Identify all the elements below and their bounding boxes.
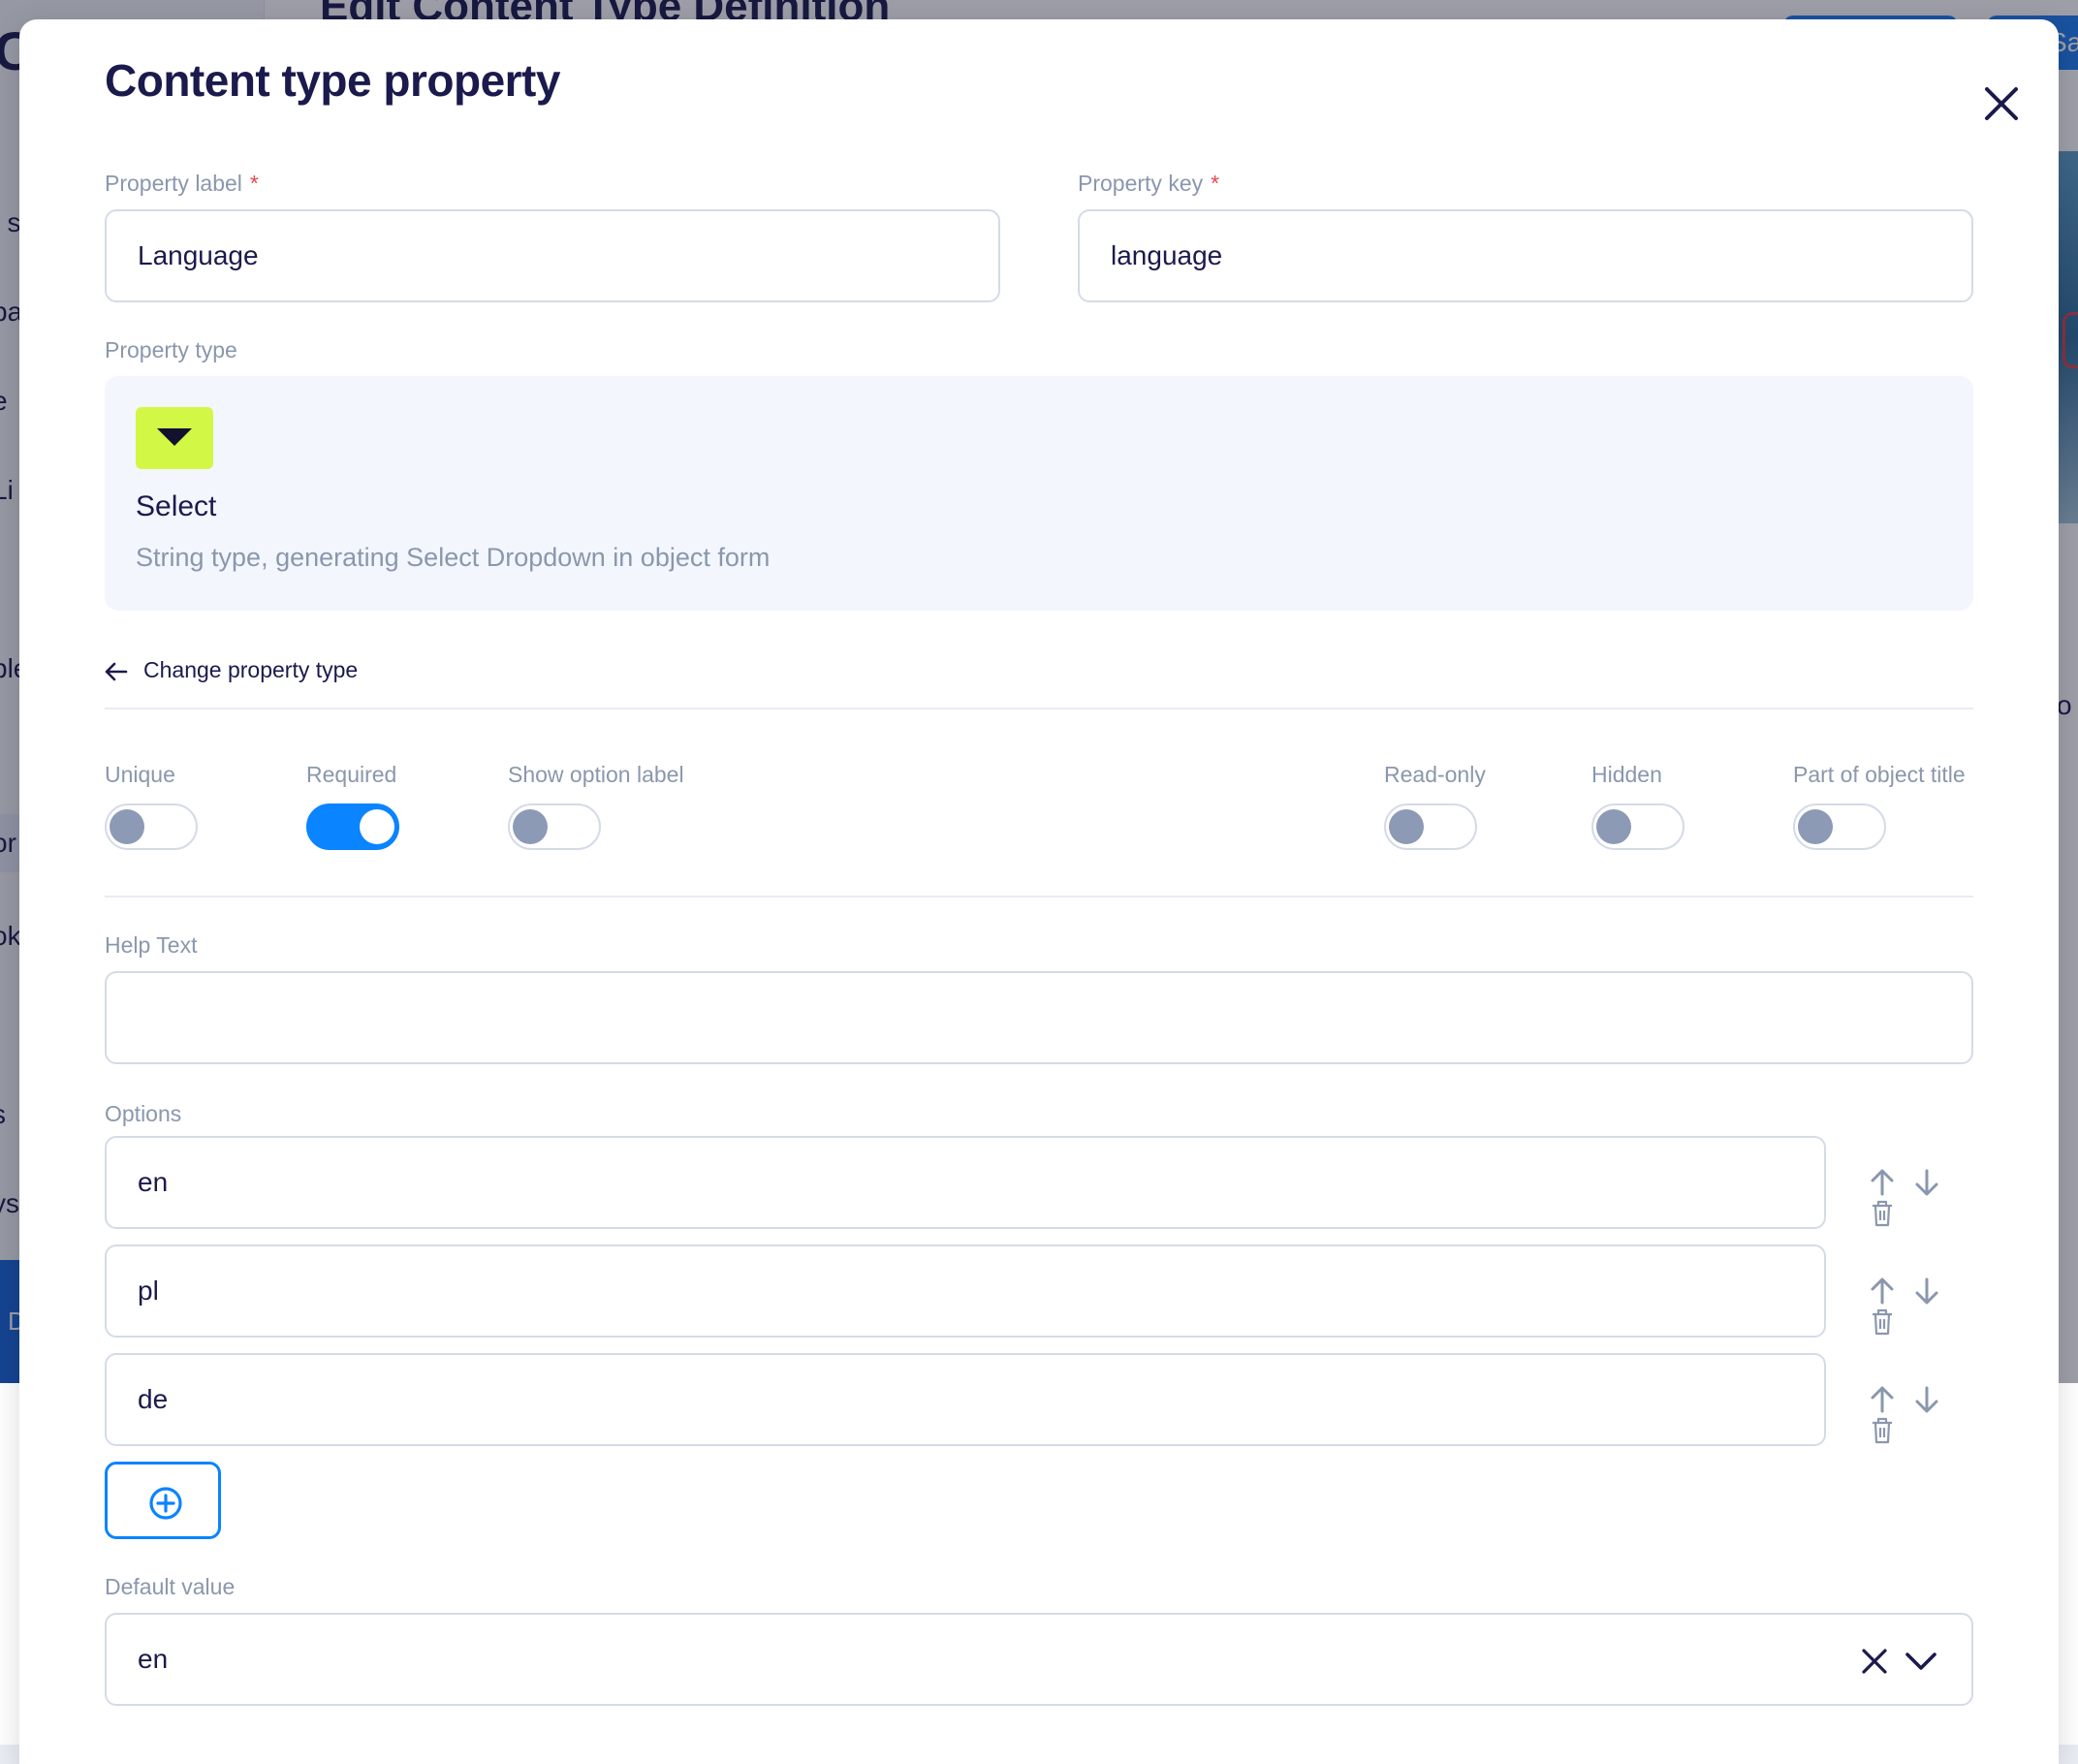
- trash-icon: [1873, 1308, 1892, 1336]
- divider: [105, 708, 1973, 709]
- toggle-read-only-group: Read-only: [1384, 762, 1486, 850]
- arrow-up-icon: [1871, 1386, 1894, 1413]
- move-down-button[interactable]: [1911, 1384, 1942, 1415]
- move-down-button[interactable]: [1911, 1167, 1942, 1198]
- show-option-label-toggle[interactable]: [508, 803, 601, 850]
- toggle-knob: [1798, 809, 1833, 844]
- toggle-knob: [360, 809, 394, 844]
- options-label: Options: [105, 1101, 182, 1126]
- property-type-label: Property type: [105, 337, 237, 362]
- clear-selection-button[interactable]: [1859, 1646, 1890, 1677]
- required-mark: *: [249, 171, 259, 196]
- toggle-knob: [1596, 809, 1631, 844]
- caret-down-icon: [157, 428, 192, 446]
- delete-option-button[interactable]: [1867, 1198, 1898, 1229]
- read-only-toggle[interactable]: [1384, 803, 1477, 850]
- option-row-actions: [1867, 1276, 1973, 1338]
- chevron-down-icon: [1905, 1653, 1936, 1670]
- delete-option-button[interactable]: [1867, 1415, 1898, 1446]
- close-button[interactable]: [1977, 79, 2026, 128]
- property-type-name: Select: [136, 490, 217, 522]
- clear-icon: [1862, 1649, 1887, 1674]
- close-icon: [1985, 87, 2018, 120]
- modal-title: Content type property: [105, 55, 560, 106]
- arrow-up-icon: [1871, 1169, 1894, 1196]
- default-value-selected: en: [138, 1644, 169, 1674]
- change-property-type-label: Change property type: [143, 657, 359, 682]
- option-row: [105, 1353, 1973, 1446]
- default-value-label: Default value: [105, 1574, 236, 1599]
- option-input[interactable]: [105, 1353, 1826, 1446]
- toggle-knob: [1389, 809, 1424, 844]
- property-type-card: Select String type, generating Select Dr…: [105, 376, 1973, 611]
- dropdown-toggle[interactable]: [1904, 1648, 1938, 1675]
- arrow-down-icon: [1915, 1386, 1938, 1413]
- content-type-property-modal: Content type property Property label* Pr…: [19, 19, 2059, 1764]
- property-label-label: Property label *: [105, 171, 259, 196]
- toggle-knob: [110, 809, 144, 844]
- toggle-label: Unique: [105, 762, 175, 787]
- option-input[interactable]: [105, 1244, 1826, 1338]
- divider: [105, 896, 1973, 898]
- toggle-knob: [513, 809, 548, 844]
- help-text-input[interactable]: [105, 971, 1973, 1064]
- move-down-button[interactable]: [1911, 1276, 1942, 1307]
- trash-icon: [1873, 1417, 1892, 1444]
- toggle-part-of-object-title-group: Part of object title: [1793, 762, 1966, 850]
- toggle-label: Required: [306, 762, 397, 787]
- move-up-button[interactable]: [1867, 1384, 1898, 1415]
- default-value-select[interactable]: en: [105, 1613, 1973, 1706]
- arrow-up-icon: [1871, 1277, 1894, 1305]
- add-option-button[interactable]: [105, 1462, 221, 1539]
- toggle-label: Read-only: [1384, 762, 1486, 787]
- toggle-required-group: Required: [306, 762, 399, 850]
- plus-circle-icon: [149, 1487, 182, 1520]
- arrow-down-icon: [1915, 1277, 1938, 1305]
- hidden-toggle[interactable]: [1591, 803, 1684, 850]
- required-mark: *: [1211, 171, 1220, 196]
- toggle-show-option-label-group: Show option label: [508, 762, 684, 850]
- property-key-input[interactable]: [1078, 209, 1973, 302]
- option-input[interactable]: [105, 1136, 1826, 1229]
- required-toggle[interactable]: [306, 803, 399, 850]
- move-up-button[interactable]: [1867, 1276, 1898, 1307]
- part-of-object-title-toggle[interactable]: [1793, 803, 1886, 850]
- toggle-unique-group: Unique: [105, 762, 198, 850]
- toggle-hidden-group: Hidden: [1591, 762, 1684, 850]
- option-row: [105, 1244, 1973, 1338]
- trash-icon: [1873, 1200, 1892, 1227]
- toggle-label: Hidden: [1591, 762, 1662, 787]
- toggle-label: Part of object title: [1793, 762, 1966, 787]
- option-row-actions: [1867, 1167, 1973, 1229]
- option-row: [105, 1136, 1973, 1229]
- property-type-description: String type, generating Select Dropdown …: [136, 543, 771, 572]
- delete-option-button[interactable]: [1867, 1307, 1898, 1338]
- option-row-actions: [1867, 1384, 1973, 1446]
- arrow-left-icon: [105, 662, 128, 681]
- type-icon-badge: [136, 407, 213, 469]
- arrow-down-icon: [1915, 1169, 1938, 1196]
- property-key-label: Property key *: [1078, 171, 1220, 196]
- unique-toggle[interactable]: [105, 803, 198, 850]
- change-property-type-link[interactable]: Change property type: [105, 657, 358, 683]
- property-label-input[interactable]: [105, 209, 1000, 302]
- toggle-label: Show option label: [508, 762, 684, 787]
- move-up-button[interactable]: [1867, 1167, 1898, 1198]
- help-text-label: Help Text: [105, 932, 198, 958]
